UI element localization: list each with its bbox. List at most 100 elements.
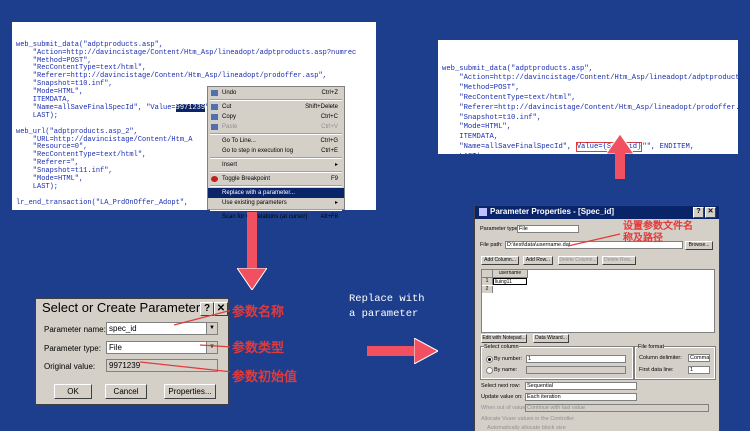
menu-item[interactable]: Toggle Breakpoint F9 <box>208 174 344 184</box>
out-of-values-value: Continue with last value <box>527 405 586 411</box>
select-column-label: Select column <box>484 344 519 350</box>
menu-item-label: Use existing parameters <box>222 200 287 206</box>
first-data-line-input[interactable]: 1 <box>688 366 710 374</box>
annotation-param-type: 参数类型 <box>232 341 285 356</box>
annotation-file-path: 设置参数文件名 称及路径 <box>623 221 693 244</box>
select-next-row-select[interactable]: Sequential <box>525 382 637 390</box>
pp-type-label: Parameter type: <box>480 226 520 232</box>
code-line: "Snapshot=t10.inf", <box>442 113 542 122</box>
table-cell[interactable]: liuing11 <box>493 278 527 285</box>
first-data-line-value: 1 <box>690 367 694 373</box>
table-corner <box>482 270 493 278</box>
properties-button[interactable]: Properties... <box>164 384 216 399</box>
code-line: "Action=http://davincistage/Content/Htm_… <box>459 74 738 83</box>
edit-notepad-button[interactable]: Edit with Notepad... <box>481 334 527 343</box>
by-name-label: By name: <box>494 367 518 373</box>
update-value-value: Each iteration <box>527 394 561 400</box>
by-name-input[interactable] <box>526 366 626 374</box>
column-delimiter-select[interactable]: Comma <box>688 354 710 362</box>
arrow-up-shaft <box>615 153 625 179</box>
menu-item[interactable]: Copy Ctrl+C <box>208 112 344 122</box>
code-line: "Name=allSaveFinalSpecId", Value={Spec_i… <box>442 141 695 152</box>
menu-item[interactable]: Undo Ctrl+Z <box>208 88 344 98</box>
code-line: "Method=POST", <box>442 84 520 93</box>
menu-item-label: Undo <box>222 90 237 96</box>
menu-item-shortcut: Ctrl+V <box>321 124 338 130</box>
add-column-button[interactable]: Add Column... <box>481 256 519 265</box>
update-value-label: Update value on: <box>481 394 523 400</box>
menu-item-label: Go to step in execution log <box>222 148 294 154</box>
code-line: "RecContentType=text/html", <box>442 93 576 102</box>
menu-item-label: Toggle Breakpoint <box>222 176 271 182</box>
close-icon[interactable]: ✕ <box>705 207 716 218</box>
menu-item-label: Go To Line... <box>222 138 256 144</box>
filepath-annotation-line <box>568 233 621 247</box>
menu-item-shortcut: ▸ <box>334 200 338 206</box>
menu-item[interactable]: Replace with a parameter... <box>208 188 344 198</box>
orig-value: 9971239 <box>109 361 141 370</box>
code-line: "Referer=http://davincistage/Content/Htm… <box>442 103 738 112</box>
props-title: Parameter Properties - [Spec_id] <box>490 207 615 216</box>
by-name-radio[interactable] <box>486 367 493 374</box>
param-name-label: Parameter name: <box>44 325 106 334</box>
arrow-up-head <box>606 134 634 154</box>
menu-item-label: Paste <box>222 124 238 130</box>
annotation-param-name: 参数名称 <box>232 305 285 320</box>
table-header-username: username <box>493 270 528 278</box>
menu-separator <box>210 133 342 135</box>
code-editor-right[interactable]: web_submit_data("adptproducts.asp", "Act… <box>438 40 738 154</box>
menu-item[interactable]: Use existing parameters ▸ <box>208 198 344 208</box>
menu-item[interactable]: Cut Shift+Delete <box>208 102 344 112</box>
menu-item-label: Insert <box>222 162 238 168</box>
param-type-label: Parameter type: <box>44 344 101 353</box>
table-row-number: 1 <box>482 278 493 285</box>
code-line: "Mode=HTML", <box>442 123 512 132</box>
data-wizard-button[interactable]: Data Wizard... <box>533 334 569 343</box>
menu-item[interactable]: Go To Line... Ctrl+G <box>208 136 344 146</box>
menu-item[interactable]: Insert ▸ <box>208 160 344 170</box>
update-value-select[interactable]: Each iteration <box>525 393 637 401</box>
param-name-value: spec_id <box>109 324 137 333</box>
delete-column-button[interactable]: Delete Column... <box>558 256 598 265</box>
menu-separator <box>210 171 342 173</box>
context-menu[interactable]: Undo Ctrl+Z Cut Shift+Delete Copy Ctrl+C Paste… <box>207 86 345 220</box>
menu-item-shortcut: Alt+F8 <box>320 214 338 220</box>
code-line: web_submit_data("adptproducts.asp", <box>442 64 593 73</box>
menu-item-shortcut: Shift+Delete <box>305 104 338 110</box>
code-line: LAST); <box>442 153 734 154</box>
menu-item[interactable]: Go to step in execution log Ctrl+E <box>208 146 344 156</box>
by-number-input[interactable]: 1 <box>526 355 626 363</box>
auto-allocate-label: Automatically allocate block size <box>487 425 566 431</box>
annotation-initial-value: 参数初始值 <box>232 370 298 385</box>
arrow-right-shaft <box>367 346 417 356</box>
help-button[interactable]: ? <box>693 207 704 218</box>
select-next-row-value: Sequential <box>527 383 553 389</box>
file-format-label: File format <box>638 344 664 350</box>
select-column-group: Select column By number: 1 By name: <box>480 344 634 380</box>
code-lines-result: web_submit_data("adptproducts.asp", "Act… <box>442 64 738 154</box>
delete-row-button[interactable]: Delete Row... <box>602 256 636 265</box>
select-next-row-label: Select next row: <box>481 383 521 389</box>
add-row-button[interactable]: Add Row... <box>523 256 553 265</box>
cancel-button[interactable]: Cancel <box>105 384 147 399</box>
by-number-label: By number: <box>494 356 523 362</box>
out-of-values-select[interactable]: Continue with last value <box>525 404 709 412</box>
table-row-number: 2 <box>482 286 493 293</box>
menu-item[interactable]: Paste Ctrl+V <box>208 122 344 132</box>
menu-item[interactable]: Scan for Correlations (at cursor) Alt+F8 <box>208 212 344 222</box>
menu-item-shortcut: Ctrl+E <box>321 148 338 154</box>
allocate-vuser-label: Allocate Vuser values in the Controller <box>481 416 575 422</box>
arrow-down-head <box>237 268 267 290</box>
out-of-values-label: When out of values: <box>481 405 530 411</box>
breakpoint-icon <box>211 176 218 182</box>
menu-item-shortcut: F9 <box>330 176 338 182</box>
by-number-radio[interactable] <box>486 356 493 363</box>
menu-item-shortcut: ▸ <box>334 162 338 168</box>
menu-item-shortcut: Ctrl+G <box>320 138 338 144</box>
selected-value[interactable]: 9971239 <box>175 103 206 112</box>
data-table[interactable]: username 1 liuing11 2 <box>481 269 715 333</box>
copy-icon <box>211 114 218 120</box>
pp-type-value: File <box>519 226 528 232</box>
ok-button[interactable]: OK <box>54 384 92 399</box>
code-line-tail: "", ENDITEM, <box>642 142 695 151</box>
